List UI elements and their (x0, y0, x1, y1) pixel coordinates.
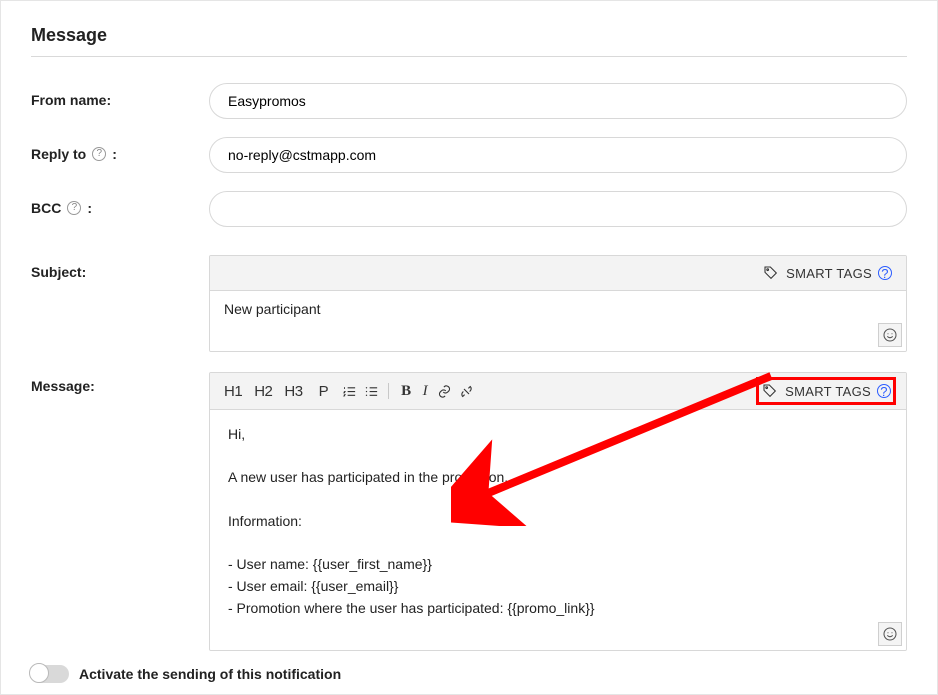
subject-text: New participant (224, 301, 321, 317)
from-name-input[interactable] (209, 83, 907, 119)
label-message: Message: (31, 372, 209, 394)
help-icon[interactable]: ? (878, 266, 892, 280)
toolbar-italic-button[interactable]: I (419, 383, 432, 400)
toolbar-p-button[interactable]: P (311, 383, 337, 400)
unlink-icon[interactable] (457, 380, 475, 402)
emoji-picker-button[interactable] (878, 622, 902, 646)
smart-tags-button[interactable]: SMART TAGS ? (758, 260, 896, 286)
label-message-text: Message: (31, 378, 95, 394)
row-subject: Subject: SMART TAGS ? New participant (31, 255, 907, 352)
label-from-name-text: From name: (31, 92, 111, 108)
unordered-list-icon[interactable] (362, 380, 380, 402)
help-icon[interactable]: ? (92, 147, 106, 161)
link-icon[interactable] (435, 380, 453, 402)
row-from-name: From name: (31, 83, 907, 119)
label-reply-to: Reply to ? : (31, 137, 209, 162)
section-title: Message (31, 25, 907, 46)
toggle-row: Activate the sending of this notificatio… (31, 651, 907, 683)
bcc-input[interactable] (209, 191, 907, 227)
tag-icon (761, 380, 779, 402)
toggle-label: Activate the sending of this notificatio… (79, 666, 341, 682)
editor-toolbar: H1 H2 H3 P B I (220, 380, 475, 402)
toolbar-h3-button[interactable]: H3 (280, 383, 306, 400)
toggle-knob (29, 663, 49, 683)
label-reply-to-text: Reply to (31, 146, 86, 162)
tag-icon (762, 262, 780, 284)
message-text: Hi, A new user has participated in the p… (228, 426, 595, 616)
smart-tags-label: SMART TAGS (786, 266, 872, 281)
help-icon[interactable]: ? (67, 201, 81, 215)
message-editor[interactable]: Hi, A new user has participated in the p… (210, 410, 906, 650)
label-bcc-colon: : (87, 200, 92, 216)
label-from-name: From name: (31, 83, 209, 108)
reply-to-input[interactable] (209, 137, 907, 173)
label-subject-text: Subject: (31, 264, 86, 280)
subject-smart-bar: SMART TAGS ? (210, 256, 906, 291)
row-message: Message: H1 H2 H3 P (31, 372, 907, 651)
smart-tags-button[interactable]: SMART TAGS ? (756, 377, 896, 405)
emoji-picker-button[interactable] (878, 323, 902, 347)
toolbar-divider (388, 383, 389, 399)
label-bcc-text: BCC (31, 200, 61, 216)
toolbar-bold-button[interactable]: B (397, 383, 415, 400)
toolbar-h2-button[interactable]: H2 (250, 383, 276, 400)
toolbar-h1-button[interactable]: H1 (220, 383, 246, 400)
label-reply-colon: : (112, 146, 117, 162)
smart-tags-label: SMART TAGS (785, 384, 871, 399)
label-subject: Subject: (31, 255, 209, 280)
row-reply-to: Reply to ? : (31, 137, 907, 173)
activate-toggle[interactable] (31, 665, 69, 683)
help-icon[interactable]: ? (877, 384, 891, 398)
section-divider (31, 56, 907, 57)
subject-input-area[interactable]: New participant (210, 291, 906, 351)
message-toolbar: H1 H2 H3 P B I (210, 373, 906, 410)
label-bcc: BCC ? : (31, 191, 209, 216)
row-bcc: BCC ? : (31, 191, 907, 227)
message-block: H1 H2 H3 P B I (209, 372, 907, 651)
ordered-list-icon[interactable] (340, 380, 358, 402)
subject-block: SMART TAGS ? New participant (209, 255, 907, 352)
